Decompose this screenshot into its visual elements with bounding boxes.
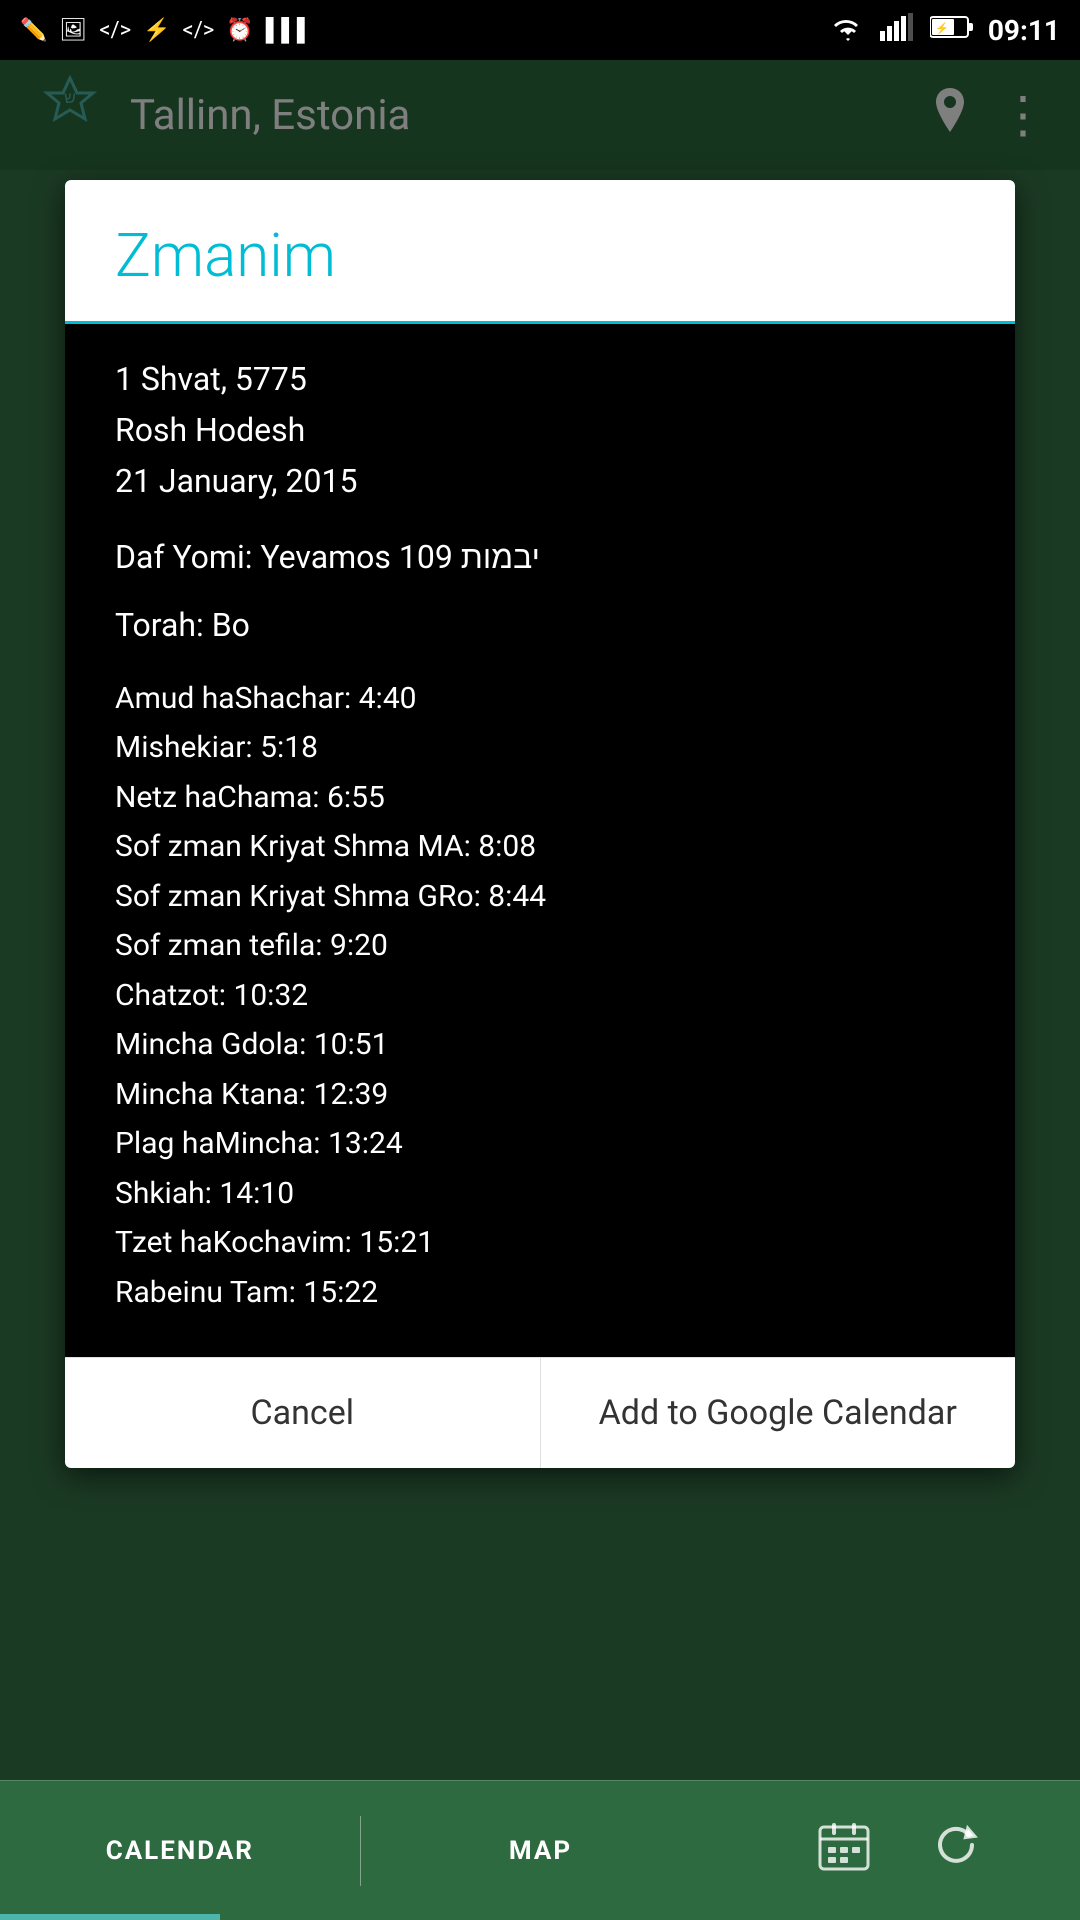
- date-special: Rosh Hodesh: [115, 405, 965, 456]
- zman-item-8: Mincha Ktana: 12:39: [115, 1070, 965, 1120]
- date-hebrew: 1 Shvat, 5775: [115, 354, 965, 405]
- signal-icon: [880, 13, 916, 48]
- cancel-button[interactable]: Cancel: [65, 1358, 540, 1468]
- refresh-icon[interactable]: [930, 1819, 982, 1883]
- nav-map[interactable]: MAP: [361, 1836, 721, 1866]
- zman-item-3: Sof zman Kriyat Shma MA: 8:08: [115, 822, 965, 872]
- status-time: 09:11: [988, 14, 1060, 47]
- status-bar: ✏️ 🖼 </> ⚡ </> ⏰ ▌▌▌: [0, 0, 1080, 60]
- dialog-title: Zmanim: [115, 220, 336, 291]
- date-gregorian: 21 January, 2015: [115, 456, 965, 507]
- zman-item-7: Mincha Gdola: 10:51: [115, 1020, 965, 1070]
- daf-yomi: Daf Yomi: Yevamos 109 יבמות: [115, 538, 965, 576]
- calendar-icon[interactable]: [818, 1819, 870, 1883]
- zman-item-5: Sof zman tefila: 9:20: [115, 921, 965, 971]
- map-label: MAP: [509, 1836, 572, 1866]
- zman-item-10: Shkiah: 14:10: [115, 1169, 965, 1219]
- progress-bar: [0, 1914, 220, 1920]
- status-icons-left: ✏️ 🖼 </> ⚡ </> ⏰ ▌▌▌: [20, 17, 312, 43]
- nav-calendar[interactable]: CALENDAR: [0, 1836, 360, 1866]
- zman-item-9: Plag haMincha: 13:24: [115, 1119, 965, 1169]
- zman-item-12: Rabeinu Tam: 15:22: [115, 1268, 965, 1318]
- edit-icon: ✏️: [20, 18, 47, 43]
- svg-text:⚡: ⚡: [935, 22, 949, 35]
- zman-item-11: Tzet haKochavim: 15:21: [115, 1218, 965, 1268]
- add-to-calendar-button[interactable]: Add to Google Calendar: [541, 1358, 1016, 1468]
- code-icon: </>: [99, 18, 131, 43]
- zman-item-4: Sof zman Kriyat Shma GRo: 8:44: [115, 872, 965, 922]
- date-info: 1 Shvat, 5775 Rosh Hodesh 21 January, 20…: [115, 354, 965, 508]
- calendar-label: CALENDAR: [106, 1836, 254, 1866]
- clock-icon: ⏰: [226, 18, 253, 43]
- zmanim-dialog: Zmanim 1 Shvat, 5775 Rosh Hodesh 21 Janu…: [65, 180, 1015, 1468]
- zman-item-6: Chatzot: 10:32: [115, 971, 965, 1021]
- zman-item-1: Mishekiar: 5:18: [115, 723, 965, 773]
- barcode-icon: ▌▌▌: [266, 17, 313, 43]
- usb-icon: ⚡: [143, 18, 170, 43]
- torah: Torah: Bo: [115, 606, 965, 644]
- zman-item-0: Amud haShachar: 4:40: [115, 674, 965, 724]
- status-icons-right: ⚡ 09:11: [830, 13, 1060, 48]
- zmanim-list: Amud haShachar: 4:40Mishekiar: 5:18Netz …: [115, 674, 965, 1318]
- battery-icon: ⚡: [930, 14, 974, 47]
- wifi-icon: [830, 13, 866, 48]
- dialog-buttons: Cancel Add to Google Calendar: [65, 1357, 1015, 1468]
- code2-icon: </>: [183, 18, 215, 43]
- nav-icons: [720, 1819, 1080, 1883]
- image-icon: 🖼: [59, 18, 87, 43]
- bottom-nav: CALENDAR MAP: [0, 1780, 1080, 1920]
- zman-item-2: Netz haChama: 6:55: [115, 773, 965, 823]
- dialog-title-bar: Zmanim: [65, 180, 1015, 324]
- dialog-content: 1 Shvat, 5775 Rosh Hodesh 21 January, 20…: [65, 324, 1015, 1357]
